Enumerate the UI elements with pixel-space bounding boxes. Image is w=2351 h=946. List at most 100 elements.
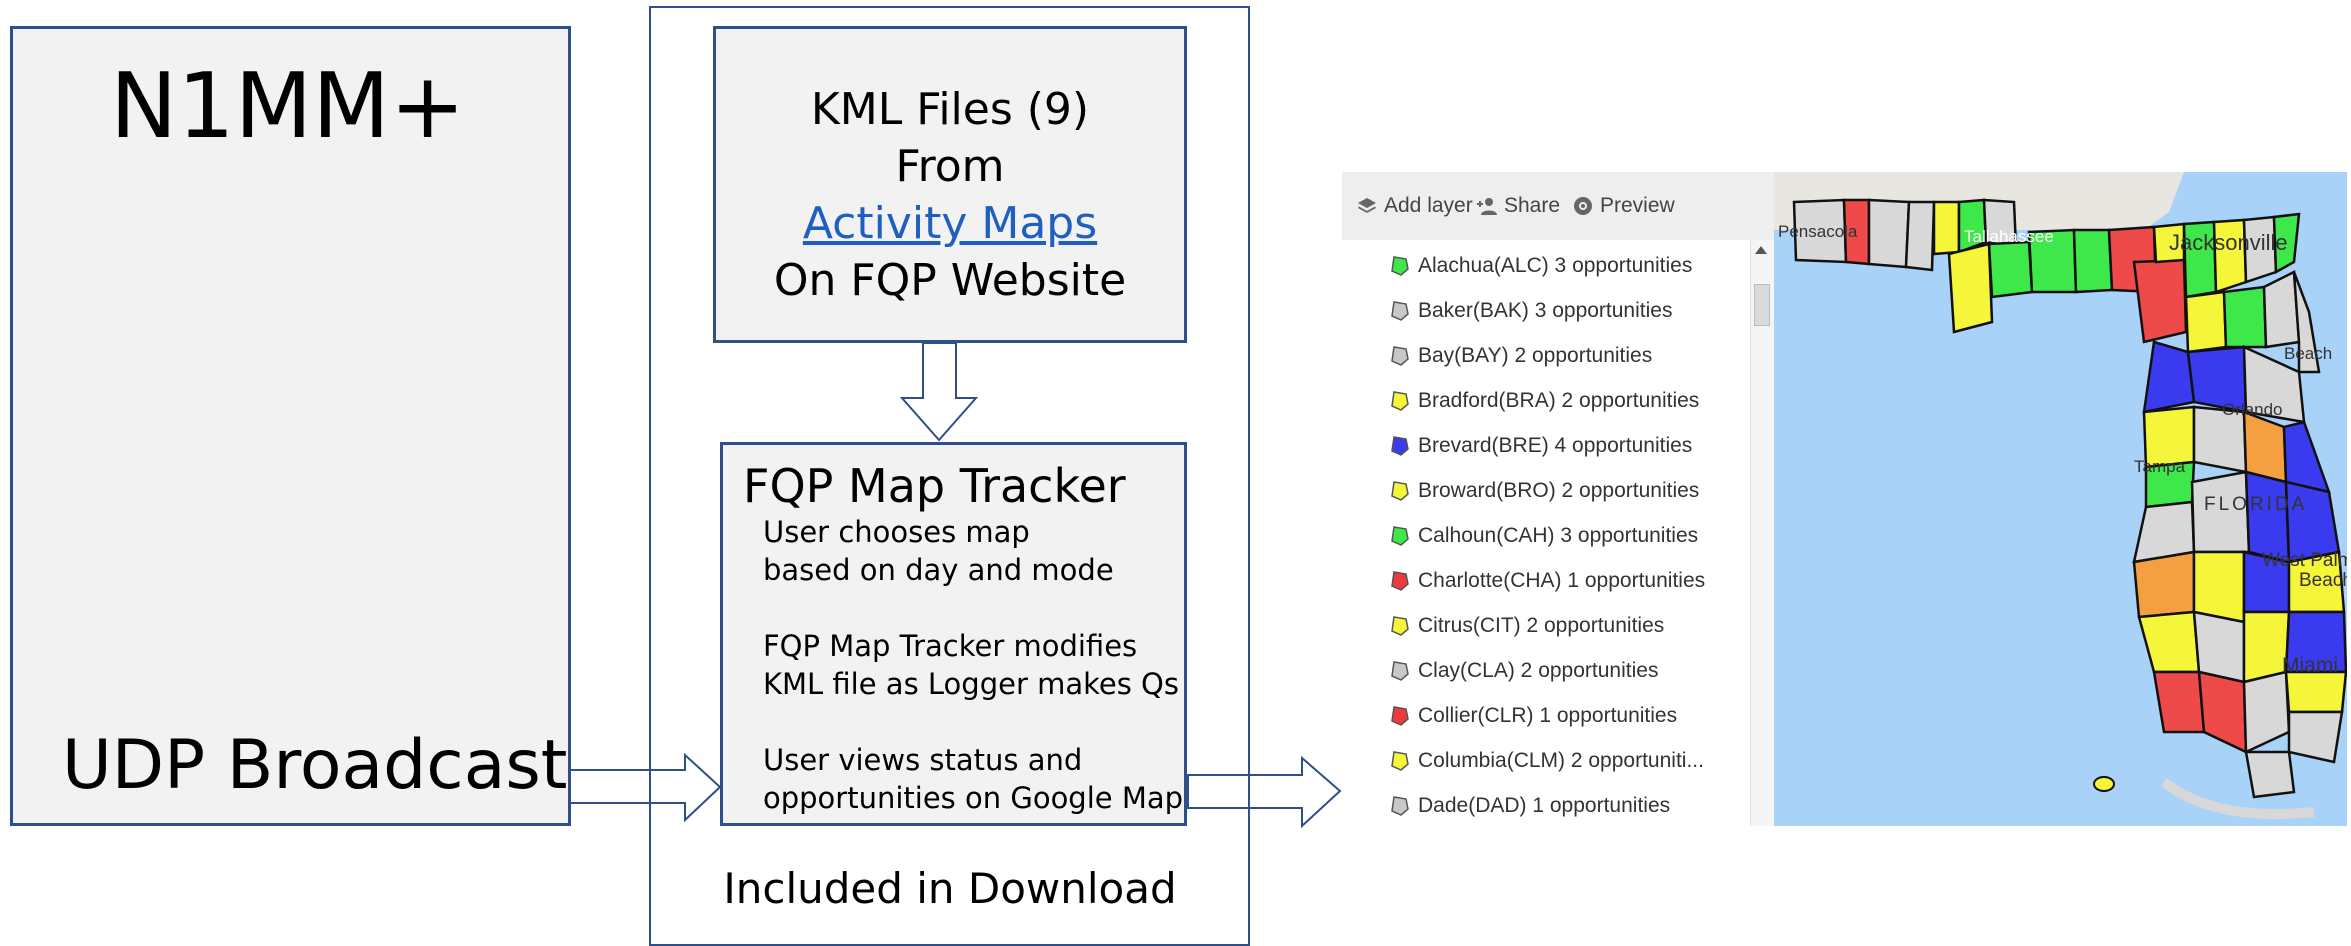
city-label: Tallahassee bbox=[1964, 227, 2054, 246]
tracker-line: FQP Map Tracker modifies bbox=[763, 629, 1138, 663]
scroll-thumb[interactable] bbox=[1754, 284, 1770, 326]
city-label: Jacksonville bbox=[2169, 230, 2288, 255]
layer-item[interactable]: Baker(BAK) 3 opportunities bbox=[1390, 291, 1672, 331]
layer-item[interactable]: Bay(BAY) 2 opportunities bbox=[1390, 336, 1652, 376]
layer-label: Calhoun(CAH) 3 opportunities bbox=[1418, 524, 1699, 547]
layer-item[interactable]: Clay(CLA) 2 opportunities bbox=[1390, 651, 1658, 691]
tracker-line: KML file as Logger makes Qs bbox=[763, 667, 1179, 701]
polygon-marker-icon bbox=[1391, 526, 1409, 546]
layer-label: Charlotte(CHA) 1 opportunities bbox=[1418, 569, 1706, 592]
kml-text: KML Files (9) From Activity Maps On FQP … bbox=[716, 81, 1184, 309]
city-label: Orlando bbox=[2222, 400, 2283, 419]
udp-broadcast-label: UDP Broadcast bbox=[62, 726, 568, 805]
layer-item[interactable]: Brevard(BRE) 4 opportunities bbox=[1390, 426, 1692, 466]
layer-item[interactable]: Collier(CLR) 1 opportunities bbox=[1390, 696, 1677, 736]
layer-label: Brevard(BRE) 4 opportunities bbox=[1418, 434, 1693, 457]
county-shape bbox=[2222, 285, 2268, 349]
county-shape bbox=[2244, 470, 2291, 564]
county-shape bbox=[1947, 242, 1994, 334]
county-shape bbox=[2287, 710, 2344, 764]
add-person-icon bbox=[1477, 198, 1497, 215]
layer-item[interactable]: Charlotte(CHA) 1 opportunities bbox=[1390, 561, 1705, 601]
scroll-up-arrow-icon[interactable] bbox=[1755, 246, 1767, 254]
layer-label: Bay(BAY) 2 opportunities bbox=[1418, 344, 1653, 367]
polygon-marker-icon bbox=[1391, 706, 1409, 726]
county-shape bbox=[2284, 670, 2347, 714]
city-label: FLORIDA bbox=[2204, 494, 2308, 515]
layer-label: Columbia(CLM) 2 opportuniti... bbox=[1418, 749, 1704, 772]
tracker-title: FQP Map Tracker bbox=[743, 459, 1126, 513]
county-shape bbox=[2132, 258, 2188, 344]
layer-list: Alachua(ALC) 3 opportunities Baker(BAK) … bbox=[1342, 240, 1750, 826]
county-shape bbox=[2197, 670, 2248, 755]
tracker-line: User chooses map bbox=[763, 515, 1030, 549]
county-shape bbox=[2242, 670, 2291, 754]
layer-label: Citrus(CIT) 2 opportunities bbox=[1418, 614, 1665, 637]
city-label: Pensacola bbox=[1778, 222, 1858, 241]
tracker-line: opportunities on Google Map bbox=[763, 781, 1184, 815]
island-shape bbox=[2093, 776, 2115, 792]
tracker-box: FQP Map Tracker User chooses map based o… bbox=[720, 442, 1187, 826]
county-shape bbox=[2142, 340, 2196, 414]
add-layer-label: Add layer bbox=[1384, 194, 1473, 217]
layer-item[interactable]: Alachua(ALC) 3 opportunities bbox=[1390, 246, 1692, 286]
layer-label: Dade(DAD) 1 opportunities bbox=[1418, 794, 1671, 817]
county-shape bbox=[1904, 200, 1936, 272]
kml-line2: From bbox=[895, 141, 1005, 192]
county-shape bbox=[2192, 550, 2246, 624]
layers-icon bbox=[1358, 198, 1376, 213]
county-shape bbox=[1932, 200, 1961, 256]
florida-map[interactable]: Pensacola Tallahassee Jacksonville Beach… bbox=[1774, 172, 2347, 826]
share-button[interactable]: Share bbox=[1476, 194, 1560, 218]
layer-item[interactable]: Dade(DAD) 1 opportunities bbox=[1390, 786, 1670, 826]
layer-item[interactable]: Bradford(BRA) 2 opportunities bbox=[1390, 381, 1699, 421]
polygon-marker-icon bbox=[1391, 796, 1409, 816]
county-shape bbox=[2184, 290, 2228, 354]
polygon-marker-icon bbox=[1391, 751, 1409, 771]
layer-label: Bradford(BRA) 2 opportunities bbox=[1418, 389, 1700, 412]
kml-line4: On FQP Website bbox=[773, 255, 1127, 306]
layer-label: Clay(CLA) 2 opportunities bbox=[1418, 659, 1659, 682]
preview-button[interactable]: Preview bbox=[1572, 194, 1675, 218]
county-shape bbox=[1867, 198, 1911, 269]
polygon-marker-icon bbox=[1391, 616, 1409, 636]
county-shape bbox=[1987, 240, 2034, 299]
layer-label: Broward(BRO) 2 opportunities bbox=[1418, 479, 1700, 502]
polygon-marker-icon bbox=[1391, 436, 1409, 456]
kml-files-box: KML Files (9) From Activity Maps On FQP … bbox=[713, 26, 1187, 343]
city-label: Tampa bbox=[2134, 457, 2186, 476]
layer-list-scrollbar[interactable] bbox=[1750, 240, 1775, 826]
activity-maps-link[interactable]: Activity Maps bbox=[803, 198, 1097, 249]
polygon-marker-icon bbox=[1391, 346, 1409, 366]
layer-item[interactable]: Calhoun(CAH) 3 opportunities bbox=[1390, 516, 1698, 556]
city-label: Beach bbox=[2284, 344, 2333, 363]
polygon-marker-icon bbox=[1391, 661, 1409, 681]
polygon-marker-icon bbox=[1391, 391, 1409, 411]
county-shape bbox=[2242, 410, 2288, 484]
share-label: Share bbox=[1504, 194, 1561, 217]
county-shape bbox=[2282, 420, 2331, 494]
county-shape bbox=[2072, 228, 2114, 294]
map-toolbar: Add layer Share Preview bbox=[1342, 172, 1774, 240]
polygon-marker-icon bbox=[1391, 301, 1409, 321]
layer-item[interactable]: Broward(BRO) 2 opportunities bbox=[1390, 471, 1699, 511]
layer-label: Baker(BAK) 3 opportunities bbox=[1418, 299, 1673, 322]
tracker-line: User views status and bbox=[763, 743, 1083, 777]
polygon-marker-icon bbox=[1391, 481, 1409, 501]
layer-label: Alachua(ALC) 3 opportunities bbox=[1418, 254, 1693, 277]
n1mm-title: N1MM+ bbox=[110, 54, 466, 159]
eye-icon bbox=[1574, 197, 1592, 215]
preview-label: Preview bbox=[1600, 194, 1675, 217]
add-layer-button[interactable]: Add layer bbox=[1356, 194, 1473, 218]
polygon-marker-icon bbox=[1391, 571, 1409, 591]
included-in-download-label: Included in Download bbox=[723, 864, 1177, 913]
kml-line1: KML Files (9) bbox=[810, 84, 1090, 135]
city-label: West Palm bbox=[2262, 550, 2347, 571]
county-shape bbox=[2137, 610, 2201, 674]
layer-item[interactable]: Columbia(CLM) 2 opportuniti... bbox=[1390, 741, 1704, 781]
county-shape bbox=[2152, 670, 2206, 734]
polygon-marker-icon bbox=[1391, 256, 1409, 276]
layer-label: Collier(CLR) 1 opportunities bbox=[1418, 704, 1678, 727]
city-label: Miami bbox=[2282, 654, 2338, 677]
layer-item[interactable]: Citrus(CIT) 2 opportunities bbox=[1390, 606, 1664, 646]
